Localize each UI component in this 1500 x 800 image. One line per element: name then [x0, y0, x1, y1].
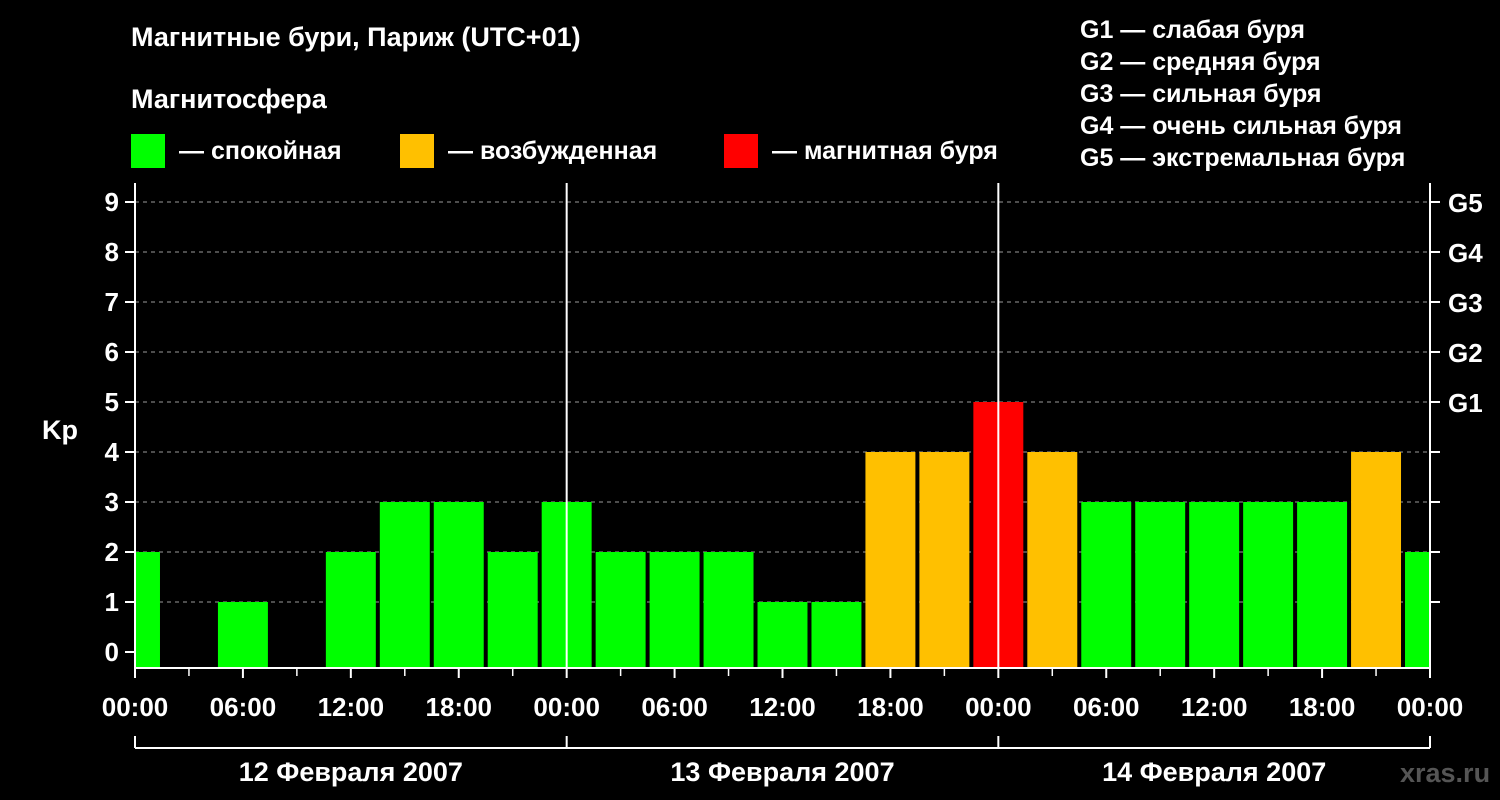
g-level-label: G3 [1448, 288, 1483, 318]
x-tick-label: 00:00 [533, 692, 600, 722]
y-tick-label: 3 [105, 487, 119, 517]
y-axis-label: Kp [42, 415, 78, 445]
y-tick-label: 0 [105, 637, 119, 667]
kp-bar [1081, 502, 1132, 668]
kp-bar [1297, 502, 1348, 668]
x-tick-label: 18:00 [1289, 692, 1356, 722]
x-tick-label: 18:00 [426, 692, 493, 722]
kp-bar [325, 552, 376, 668]
x-tick-label: 06:00 [641, 692, 708, 722]
g-level-label: G1 [1448, 388, 1483, 418]
kp-bar [595, 552, 646, 668]
g-level-label: G5 [1448, 188, 1483, 218]
kp-bar [217, 602, 268, 668]
g-level-label: G4 [1448, 238, 1483, 268]
kp-bar [1135, 502, 1186, 668]
kp-chart: 0 1 2 3 4 5 6 7 8 9 G1 G2 G3 G4 G5 Kp 00:00 06:00 12:00 18:… [42, 183, 1483, 787]
x-tick-label: 00:00 [1397, 692, 1464, 722]
kp-bar [757, 602, 808, 668]
x-tick-label: 18:00 [857, 692, 924, 722]
kp-bar [1351, 452, 1402, 668]
x-tick-label: 00:00 [102, 692, 169, 722]
watermark: xras.ru [1400, 758, 1491, 788]
kp-bar [433, 502, 484, 668]
date-label: 14 Февраля 2007 [1102, 757, 1326, 787]
kp-bar [136, 552, 160, 668]
y-tick-label: 5 [105, 387, 119, 417]
x-tick-label: 12:00 [1181, 692, 1248, 722]
y-tick-label: 1 [105, 587, 119, 617]
x-tick-label: 06:00 [1073, 692, 1140, 722]
kp-bar [649, 552, 700, 668]
kp-bar [1189, 502, 1240, 668]
kp-bar [811, 602, 862, 668]
y-tick-label: 2 [105, 537, 119, 567]
x-tick-label: 06:00 [210, 692, 277, 722]
kp-bar [919, 452, 970, 668]
kp-bar [487, 552, 538, 668]
kp-bar [703, 552, 754, 668]
y-tick-label: 4 [105, 437, 120, 467]
y-tick-label: 9 [105, 187, 119, 217]
kp-bar [1027, 452, 1078, 668]
x-tick-label: 00:00 [965, 692, 1032, 722]
date-label: 13 Февраля 2007 [670, 757, 894, 787]
kp-bar [1405, 552, 1429, 668]
kp-bar [1243, 502, 1294, 668]
y-tick-label: 6 [105, 337, 119, 367]
y-tick-label: 8 [105, 237, 119, 267]
x-tick-label: 12:00 [749, 692, 816, 722]
kp-bar [865, 452, 916, 668]
g-level-label: G2 [1448, 338, 1483, 368]
kp-bar [379, 502, 430, 668]
date-label: 12 Февраля 2007 [239, 757, 463, 787]
y-tick-label: 7 [105, 287, 119, 317]
x-tick-label: 12:00 [318, 692, 385, 722]
